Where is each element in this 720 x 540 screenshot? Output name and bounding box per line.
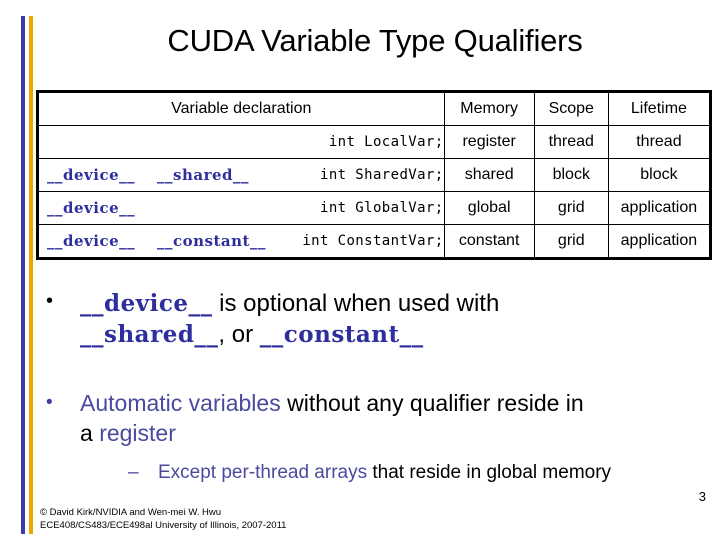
cell-memory: register <box>443 125 535 159</box>
cell-declaration: int LocalVar; <box>37 125 445 159</box>
subbullet-text: that reside in global memory <box>367 462 612 483</box>
subbullet-item-per-thread-arrays: – Except per-thread arrays that reside i… <box>128 460 702 485</box>
table-row: __device__ __constant__ int ConstantVar;… <box>37 224 712 259</box>
footer-line-2: ECE408/CS483/ECE498al University of Illi… <box>40 520 287 531</box>
bullet-text-middle: is optional when used with <box>212 290 500 317</box>
cell-scope: thread <box>533 125 609 159</box>
left-accent-bar-orange <box>29 16 33 534</box>
bullet-list: • __device__ is optional when used with … <box>40 288 702 491</box>
declaration-code: int LocalVar; <box>328 134 444 150</box>
declaration-code: int SharedVar; <box>319 167 444 183</box>
subbullet-accent: Except per-thread arrays <box>158 462 368 483</box>
table-header-row: Variable declaration Memory Scope Lifeti… <box>37 91 712 126</box>
page-title: CUDA Variable Type Qualifiers <box>167 23 583 58</box>
footer-line-1: © David Kirk/NVIDIA and Wen-mei W. Hwu <box>40 507 222 518</box>
column-header-memory: Memory <box>443 91 535 126</box>
bullet-marker-icon: • <box>46 290 54 312</box>
declaration-code: int ConstantVar; <box>302 233 444 249</box>
cell-lifetime: application <box>607 224 712 259</box>
column-header-declaration: Variable declaration <box>37 91 445 126</box>
cell-declaration: __device__ __shared__ int SharedVar; <box>37 158 445 192</box>
cell-lifetime: application <box>607 191 712 225</box>
column-header-scope: Scope <box>533 91 609 126</box>
qualifier-primary: __device__ <box>47 166 136 184</box>
keyword-device: __device__ <box>80 290 213 317</box>
column-header-lifetime: Lifetime <box>607 91 712 126</box>
qualifier-primary: __device__ <box>47 232 136 250</box>
bullet-item-automatic-variables: • Automatic variables without any qualif… <box>40 388 702 485</box>
bullet-line-2: __shared__, or __constant__ <box>80 319 702 350</box>
cell-lifetime: block <box>607 158 712 192</box>
cell-scope: grid <box>533 224 609 259</box>
table-row: __device__ __shared__ int SharedVar; sha… <box>37 158 712 192</box>
page-number: 3 <box>698 489 706 504</box>
cell-lifetime: thread <box>607 125 712 159</box>
left-accent-bar-blue <box>21 16 25 534</box>
bullet2-text-2: a <box>80 420 100 446</box>
bullet2-text-1: without any qualifier reside in <box>280 390 584 416</box>
cell-scope: block <box>533 158 609 192</box>
cell-memory: constant <box>443 224 535 259</box>
footer-credit: © David Kirk/NVIDIA and Wen-mei W. Hwu E… <box>40 506 286 532</box>
cell-declaration: __device__ int GlobalVar; <box>37 191 445 225</box>
table-row: __device__ int GlobalVar; global grid ap… <box>37 191 712 225</box>
bullet-marker-icon: • <box>46 392 53 413</box>
declaration-code: int GlobalVar; <box>319 200 444 216</box>
cell-memory: shared <box>443 158 535 192</box>
bullet-line-1: __device__ is optional when used with <box>80 288 702 319</box>
bullet2-accent-register: register <box>99 420 176 446</box>
bullet-text-comma: , or <box>218 321 260 348</box>
keyword-constant: __constant__ <box>259 321 424 348</box>
variable-qualifiers-table: Variable declaration Memory Scope Lifeti… <box>36 90 712 260</box>
keyword-shared: __shared__ <box>80 321 219 348</box>
table-row: int LocalVar; register thread thread <box>37 125 712 159</box>
bullet2-accent-automatic: Automatic variables <box>80 390 281 416</box>
qualifier-secondary: __constant__ <box>157 232 266 250</box>
qualifier-secondary: __shared__ <box>157 166 250 184</box>
subbullet-marker-icon: – <box>128 462 139 483</box>
cell-scope: grid <box>533 191 609 225</box>
bullet-item-device-optional: • __device__ is optional when used with … <box>40 288 702 350</box>
cell-declaration: __device__ __constant__ int ConstantVar; <box>37 224 445 259</box>
qualifier-primary: __device__ <box>47 199 136 217</box>
cell-memory: global <box>443 191 535 225</box>
